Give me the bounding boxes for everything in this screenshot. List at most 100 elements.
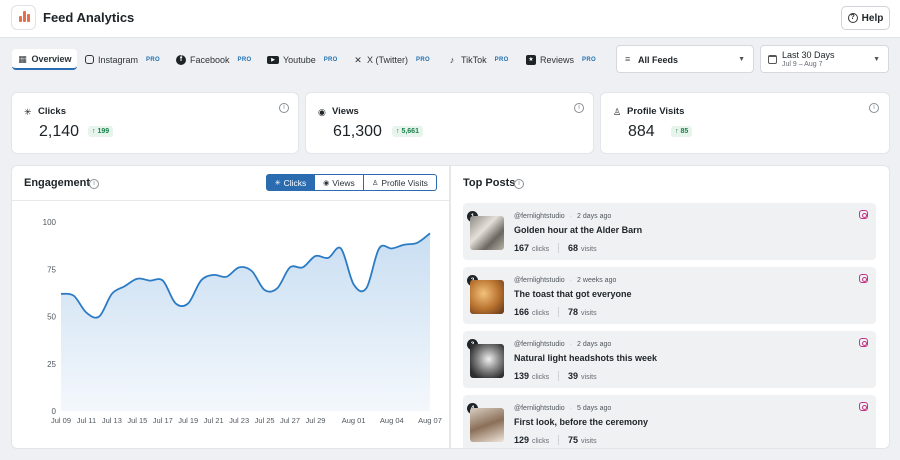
- pro-badge: PRO: [494, 56, 509, 63]
- y-tick-label: 75: [47, 265, 56, 274]
- app-title: Feed Analytics: [43, 10, 135, 25]
- stat-label: Views: [332, 106, 359, 117]
- stat-card-clicks: ✳ Clicks 2,140 ↑ 199 i: [12, 93, 298, 153]
- help-button[interactable]: ? Help: [841, 6, 890, 30]
- top-post-card[interactable]: 2 @fernlightstudio·2 weeks ago The toast…: [463, 267, 876, 324]
- chevron-down-icon: ▼: [738, 56, 745, 63]
- eye-icon: ◉: [323, 179, 330, 187]
- stat-value: 2,140: [39, 123, 80, 140]
- engagement-chart: 0 25 50 75 100 Jul 09 Jul 11 Jul 13 Jul 15 Jul 17…: [43, 218, 442, 425]
- date-range-label: Last 30 Days: [782, 50, 835, 60]
- stat-card-views: ◉ Views 61,300 ↑ 5,661 i: [306, 93, 593, 153]
- tab-x-twitter[interactable]: ✕ X (Twitter) PRO: [353, 49, 430, 70]
- post-handle: @fernlightstudio: [514, 213, 565, 220]
- x-tick-label: Jul 27: [280, 416, 300, 425]
- post-thumbnail: [470, 408, 504, 442]
- x-tick-label: Jul 19: [178, 416, 198, 425]
- help-icon: ?: [847, 13, 858, 23]
- x-tick-label: Jul 29: [305, 416, 325, 425]
- y-tick-label: 100: [43, 218, 57, 227]
- info-icon[interactable]: i: [279, 103, 289, 113]
- tab-facebook[interactable]: f Facebook PRO: [176, 49, 251, 70]
- post-thumbnail: [470, 216, 504, 250]
- facebook-icon: f: [176, 54, 186, 65]
- info-icon[interactable]: i: [869, 103, 879, 113]
- y-tick-label: 0: [52, 407, 57, 416]
- top-bar: Feed Analytics ? Help: [0, 0, 900, 38]
- feed-select[interactable]: ≡ All Feeds ▼: [616, 45, 754, 73]
- stat-label: Profile Visits: [627, 106, 685, 117]
- metric-divider: [558, 371, 559, 381]
- stat-change-badge: ↑ 85: [671, 126, 693, 137]
- x-tick-label: Jul 09: [51, 416, 71, 425]
- stat-label: Clicks: [38, 106, 66, 117]
- post-visits: 78 visits: [568, 307, 597, 317]
- feed-select-value: All Feeds: [638, 55, 679, 65]
- x-tick-label: Aug 01: [342, 416, 366, 425]
- instagram-icon: [859, 210, 868, 219]
- x-tick-label: Jul 23: [229, 416, 249, 425]
- segment-profile-visits[interactable]: ♙ Profile Visits: [364, 174, 437, 191]
- calendar-icon: [768, 55, 777, 64]
- info-icon[interactable]: i: [574, 103, 584, 113]
- post-time: 2 days ago: [577, 341, 612, 348]
- post-handle: @fernlightstudio: [514, 341, 565, 348]
- instagram-icon: [85, 55, 94, 64]
- post-time: 2 weeks ago: [577, 277, 617, 284]
- post-clicks: 139 clicks: [514, 371, 550, 381]
- stat-change-badge: ↑ 5,661: [392, 126, 423, 137]
- segment-clicks[interactable]: ✳ Clicks: [266, 174, 315, 191]
- post-title: The toast that got everyone: [514, 289, 632, 299]
- post-title: Golden hour at the Alder Barn: [514, 225, 643, 235]
- x-tick-label: Jul 17: [153, 416, 173, 425]
- user-icon: ♙: [613, 107, 622, 117]
- eye-icon: ◉: [318, 107, 326, 117]
- x-tick-label: Aug 04: [380, 416, 404, 425]
- top-post-card[interactable]: 4 @fernlightstudio·5 days ago First look…: [463, 395, 876, 448]
- tab-overview[interactable]: ▦ Overview: [12, 49, 77, 70]
- date-range-dates: Jul 9 – Aug 7: [782, 61, 823, 68]
- segment-views[interactable]: ◉ Views: [315, 174, 364, 191]
- tab-youtube[interactable]: ▶ Youtube PRO: [267, 49, 338, 70]
- stat-card-profile-visits: ♙ Profile Visits 884 ↑ 85 i: [601, 93, 889, 153]
- instagram-icon: [859, 338, 868, 347]
- post-thumbnail: [470, 344, 504, 378]
- stat-value: 884: [628, 123, 655, 140]
- post-thumbnail: [470, 280, 504, 314]
- tab-tiktok[interactable]: ♪ TikTok PRO: [447, 49, 509, 70]
- x-tick-label: Jul 15: [127, 416, 147, 425]
- pro-badge: PRO: [146, 56, 160, 63]
- cursor-click-icon: ✳: [274, 179, 281, 187]
- info-icon[interactable]: i: [514, 179, 524, 189]
- instagram-icon: [859, 274, 868, 283]
- instagram-icon: [859, 402, 868, 411]
- y-tick-label: 25: [47, 360, 56, 369]
- tab-reviews[interactable]: ★ Reviews PRO: [526, 49, 596, 70]
- post-clicks: 166 clicks: [514, 307, 550, 317]
- tiktok-icon: ♪: [449, 54, 455, 65]
- top-post-card[interactable]: 1 @fernlightstudio·2 days ago Golden hou…: [463, 203, 876, 260]
- post-clicks: 129 clicks: [514, 435, 550, 445]
- cursor-click-icon: ✳: [24, 107, 32, 117]
- post-handle: @fernlightstudio: [514, 405, 565, 412]
- tab-instagram[interactable]: Instagram PRO: [85, 49, 160, 70]
- y-tick-label: 50: [47, 313, 56, 322]
- metric-divider: [558, 243, 559, 253]
- x-logo-icon: ✕: [354, 54, 362, 65]
- chevron-down-icon: ▼: [873, 56, 880, 63]
- filter-lines-icon: ≡: [625, 54, 631, 64]
- user-icon: ♙: [372, 179, 379, 187]
- stat-value: 61,300: [333, 123, 382, 140]
- top-post-card[interactable]: 3 @fernlightstudio·2 days ago Natural li…: [463, 331, 876, 388]
- post-time: 5 days ago: [577, 405, 612, 412]
- x-tick-label: Jul 21: [204, 416, 224, 425]
- top-posts-title: Top Posts: [463, 177, 516, 189]
- pro-badge: PRO: [323, 56, 338, 63]
- post-clicks: 167 clicks: [514, 243, 550, 253]
- review-bubble-icon: ★: [526, 54, 536, 65]
- pro-badge: PRO: [416, 56, 430, 63]
- x-tick-label: Jul 13: [102, 416, 122, 425]
- post-title: First look, before the ceremony: [514, 417, 649, 427]
- date-range-select[interactable]: Last 30 Days Jul 9 – Aug 7 ▼: [760, 45, 889, 73]
- info-icon[interactable]: i: [89, 179, 99, 189]
